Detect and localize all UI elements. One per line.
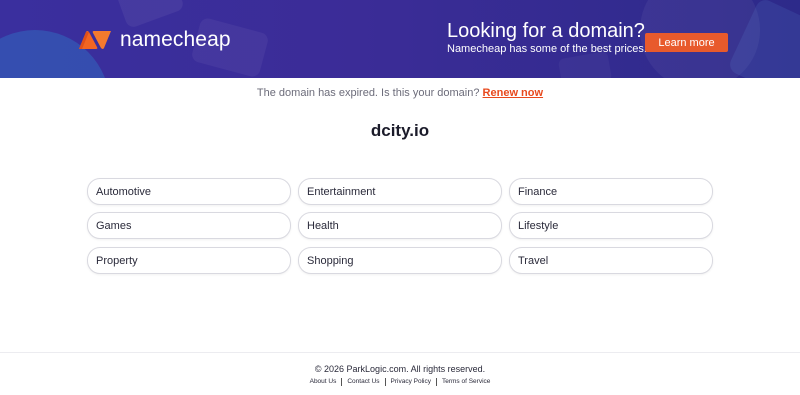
footer-divider bbox=[0, 352, 800, 353]
learn-more-button[interactable]: Learn more bbox=[645, 33, 728, 52]
category-entertainment[interactable]: Entertainment bbox=[298, 178, 502, 205]
about-us-link[interactable]: About Us bbox=[305, 378, 342, 386]
privacy-policy-link[interactable]: Privacy Policy bbox=[384, 378, 436, 386]
namecheap-logo-icon bbox=[79, 31, 111, 49]
category-health[interactable]: Health bbox=[298, 212, 502, 239]
contact-us-link[interactable]: Contact Us bbox=[341, 378, 384, 386]
promo-banner: namecheap Looking for a domain? Namechea… bbox=[0, 0, 800, 78]
copyright-text: © 2026 ParkLogic.com. All rights reserve… bbox=[314, 364, 486, 374]
renew-now-link[interactable]: Renew now bbox=[483, 87, 544, 99]
brand-name: namecheap bbox=[120, 28, 231, 51]
promo-title: Looking for a domain? bbox=[447, 20, 645, 42]
category-shopping[interactable]: Shopping bbox=[298, 247, 502, 274]
expired-notice-text: The domain has expired. Is this your dom… bbox=[256, 87, 480, 99]
category-automotive[interactable]: Automotive bbox=[87, 178, 291, 205]
footer-links: About Us Contact Us Privacy Policy Terms… bbox=[0, 378, 800, 386]
category-lifestyle[interactable]: Lifestyle bbox=[509, 212, 713, 239]
category-travel[interactable]: Travel bbox=[509, 247, 713, 274]
domain-title: dcity.io bbox=[370, 121, 430, 140]
namecheap-logo[interactable]: namecheap bbox=[77, 28, 231, 52]
category-finance[interactable]: Finance bbox=[509, 178, 713, 205]
banner-decoration bbox=[114, 0, 186, 30]
category-games[interactable]: Games bbox=[87, 212, 291, 239]
terms-of-service-link[interactable]: Terms of Service bbox=[435, 378, 495, 386]
category-property[interactable]: Property bbox=[87, 247, 291, 274]
promo-subtitle: Namecheap has some of the best prices. bbox=[447, 43, 647, 55]
expired-notice: The domain has expired. Is this your dom… bbox=[0, 87, 800, 99]
